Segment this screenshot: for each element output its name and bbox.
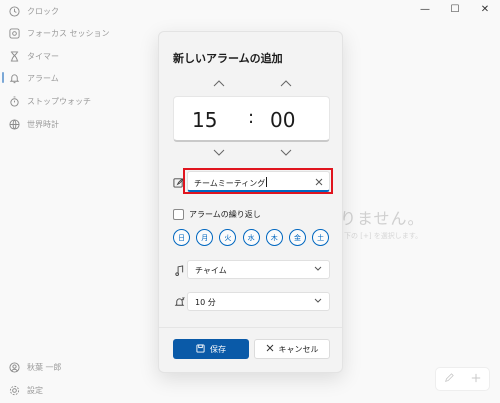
day-sun-toggle[interactable]: 日 xyxy=(173,229,190,246)
dialog-footer-divider xyxy=(159,327,342,328)
add-alarm-button[interactable] xyxy=(471,372,481,386)
snooze-select[interactable]: 10 分 xyxy=(187,292,330,311)
sound-select[interactable]: チャイム xyxy=(187,260,330,279)
sidebar-item-world-clock[interactable]: 世界時計 xyxy=(0,114,160,134)
close-button[interactable]: ✕ xyxy=(470,0,500,18)
cancel-button[interactable]: キャンセル xyxy=(254,339,330,359)
snooze-icon xyxy=(173,296,185,308)
repeat-checkbox[interactable] xyxy=(173,209,184,220)
minimize-button[interactable]: — xyxy=(410,0,440,18)
sidebar-item-label: フォーカス セッション xyxy=(27,28,110,38)
focus-icon xyxy=(8,27,20,39)
day-sat-toggle[interactable]: 土 xyxy=(312,229,330,246)
add-alarm-dialog: 新しいアラームの追加 15 : 00 チームミーティング アラームの繰り返し 日… xyxy=(158,31,343,373)
day-mon-toggle[interactable]: 月 xyxy=(196,229,214,246)
user-name: 秋葉 一郎 xyxy=(27,362,62,372)
maximize-button[interactable]: ☐ xyxy=(440,0,470,18)
focus-highlight-box xyxy=(183,168,333,194)
window-controls: — ☐ ✕ xyxy=(410,0,500,18)
empty-state-hint: 下の [+] を選択します。 xyxy=(344,232,423,240)
sidebar-item-label: ストップウォッチ xyxy=(27,96,91,106)
sidebar: クロック フォーカス セッション タイマー アラーム ストップウォッチ 世界時計 xyxy=(0,0,160,403)
save-icon xyxy=(196,343,205,355)
snooze-value: 10 分 xyxy=(195,298,216,307)
avatar xyxy=(8,361,20,373)
sidebar-item-timer[interactable]: タイマー xyxy=(0,46,160,66)
gear-icon xyxy=(8,384,20,396)
hour-up-chevron-icon[interactable] xyxy=(212,78,226,88)
day-fri-toggle[interactable]: 金 xyxy=(288,229,306,246)
sound-value: チャイム xyxy=(195,266,227,275)
alarm-actions xyxy=(435,367,490,391)
minute-value[interactable]: 00 xyxy=(270,108,295,132)
sidebar-item-focus[interactable]: フォーカス セッション xyxy=(0,23,160,43)
close-icon xyxy=(266,344,274,354)
cancel-label: キャンセル xyxy=(278,344,319,354)
chevron-down-icon xyxy=(314,297,322,305)
sidebar-item-alarm[interactable]: アラーム xyxy=(0,68,160,88)
sidebar-item-label: タイマー xyxy=(27,51,59,61)
bell-icon xyxy=(8,72,20,84)
minute-up-chevron-icon[interactable] xyxy=(279,78,293,88)
day-thu-toggle[interactable]: 木 xyxy=(265,229,283,246)
user-account[interactable]: 秋葉 一郎 xyxy=(0,357,160,377)
dialog-title: 新しいアラームの追加 xyxy=(173,52,283,65)
time-picker: 15 : 00 xyxy=(173,96,330,142)
repeat-label: アラームの繰り返し xyxy=(189,210,261,219)
hour-value[interactable]: 15 xyxy=(192,108,217,132)
chevron-down-icon xyxy=(314,265,322,273)
day-tue-toggle[interactable]: 火 xyxy=(219,229,237,246)
empty-state-title: りません。 xyxy=(340,209,425,228)
sidebar-item-label: 世界時計 xyxy=(27,119,59,129)
minute-down-chevron-icon[interactable] xyxy=(279,147,293,157)
sidebar-item-label: クロック xyxy=(27,6,59,16)
save-button[interactable]: 保存 xyxy=(173,339,249,359)
globe-icon xyxy=(8,118,20,130)
sidebar-item-clock[interactable]: クロック xyxy=(0,1,160,21)
hourglass-icon xyxy=(8,50,20,62)
stopwatch-icon xyxy=(8,95,20,107)
edit-icon[interactable] xyxy=(444,372,455,386)
weekday-selector: 日 月 火 水 木 金 土 xyxy=(173,229,335,246)
save-label: 保存 xyxy=(210,344,226,354)
hour-down-chevron-icon[interactable] xyxy=(212,147,226,157)
clock-icon xyxy=(8,5,20,17)
settings-label: 設定 xyxy=(27,385,43,395)
music-note-icon xyxy=(173,264,185,276)
time-separator: : xyxy=(248,107,255,128)
sidebar-item-settings[interactable]: 設定 xyxy=(0,380,160,400)
sidebar-item-label: アラーム xyxy=(27,73,59,83)
sidebar-item-stopwatch[interactable]: ストップウォッチ xyxy=(0,91,160,111)
day-wed-toggle[interactable]: 水 xyxy=(242,229,260,246)
